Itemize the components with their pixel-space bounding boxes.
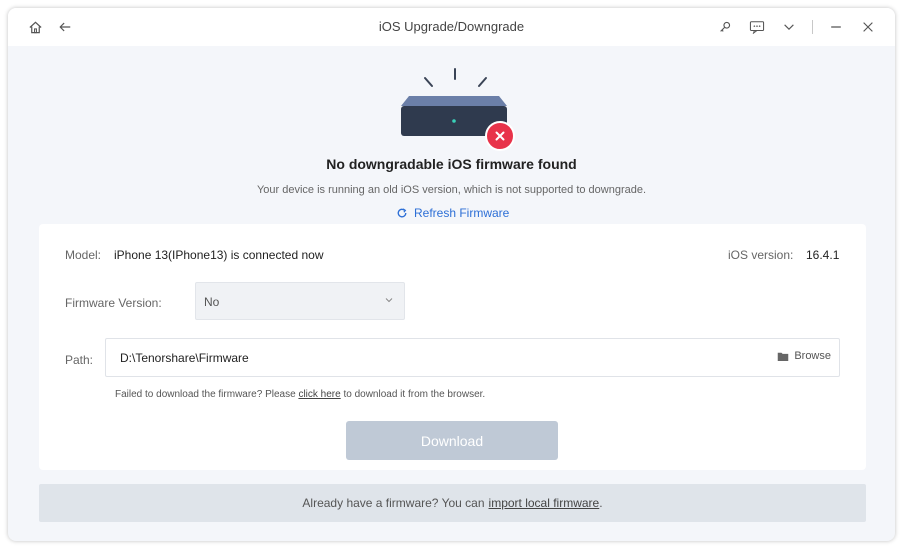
refresh-firmware-label: Refresh Firmware (414, 206, 510, 220)
browse-label: Browse (794, 350, 831, 362)
status-heading: No downgradable iOS firmware found (326, 156, 577, 172)
ios-version-value: 16.4.1 (806, 248, 840, 262)
footer-prefix: Already have a firmware? You can (302, 496, 485, 510)
model-label: Model: (65, 248, 102, 262)
status-subtext: Your device is running an old iOS versio… (256, 184, 647, 196)
path-value: D:\Tenorshare\Firmware (120, 351, 249, 365)
click-here-link[interactable]: click here (298, 389, 340, 400)
import-local-firmware-link[interactable]: import local firmware (489, 496, 600, 510)
chevron-down-icon (385, 298, 393, 303)
download-button[interactable]: Download (346, 421, 558, 460)
path-label: Path: (65, 353, 94, 367)
error-badge (485, 121, 515, 151)
model-value: iPhone 13(IPhone13) is connected now (114, 248, 324, 262)
hint-suffix: to download it from the browser. (343, 389, 486, 400)
folder-icon (778, 352, 789, 361)
path-input[interactable]: D:\Tenorshare\Firmware Browse (105, 338, 840, 377)
titlebar-divider (812, 20, 813, 34)
close-icon[interactable] (859, 18, 877, 36)
refresh-firmware-link[interactable]: Refresh Firmware (396, 206, 509, 220)
import-firmware-bar: Already have a firmware? You can import … (39, 484, 866, 522)
dropdown-chevron-icon[interactable] (780, 18, 798, 36)
ios-version-label: iOS version: (728, 248, 794, 262)
minimize-icon[interactable] (827, 18, 845, 36)
app-window: iOS Upgrade/Downgrade No downgradable iO… (8, 8, 895, 541)
browse-button[interactable]: Browse (777, 350, 831, 362)
hint-prefix: Failed to download the firmware? Please (115, 389, 296, 400)
feedback-icon[interactable] (748, 18, 766, 36)
device-illustration (391, 60, 521, 152)
status-hero: No downgradable iOS firmware found Your … (8, 52, 895, 227)
error-x-icon (495, 131, 505, 141)
firmware-version-label: Firmware Version: (65, 296, 162, 310)
firmware-version-select[interactable]: No (195, 282, 405, 320)
key-icon[interactable] (716, 18, 734, 36)
firmware-version-value: No (204, 295, 220, 309)
download-hint: Failed to download the firmware? Please … (115, 389, 485, 400)
firmware-panel: Model: iPhone 13(IPhone13) is connected … (39, 224, 866, 470)
title-bar: iOS Upgrade/Downgrade (8, 8, 895, 46)
footer-suffix: . (599, 496, 603, 510)
refresh-icon (397, 208, 407, 218)
